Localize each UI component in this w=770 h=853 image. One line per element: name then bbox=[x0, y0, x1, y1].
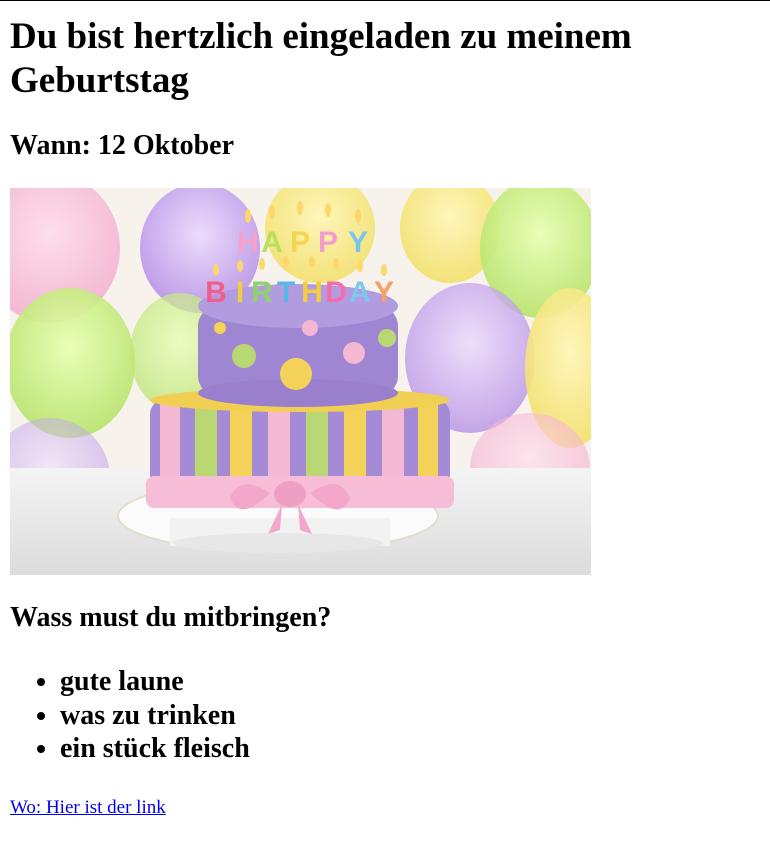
list-item: gute laune bbox=[60, 665, 760, 699]
bring-heading: Wass must du mitbringen? bbox=[10, 602, 332, 633]
birthday-cake-image: H A P P Y B I R T H D A Y bbox=[10, 188, 591, 575]
svg-text:D: D bbox=[325, 276, 347, 309]
page-title: Du bist hertzlich eingeladen zu meinem G… bbox=[10, 16, 632, 101]
svg-text:B: B bbox=[205, 276, 227, 309]
page-content: Du bist hertzlich eingeladen zu meinem G… bbox=[0, 0, 770, 819]
svg-text:P: P bbox=[318, 226, 338, 259]
svg-text:A: A bbox=[349, 276, 371, 309]
svg-text:P: P bbox=[290, 226, 310, 259]
list-item: ein stück fleisch bbox=[60, 732, 760, 766]
svg-text:A: A bbox=[261, 226, 283, 259]
svg-text:Y: Y bbox=[374, 276, 394, 309]
event-date: Wann: 12 Oktober bbox=[10, 130, 235, 161]
svg-text:T: T bbox=[277, 276, 295, 309]
svg-text:I: I bbox=[236, 276, 244, 309]
location-link[interactable]: Wo: Hier ist der link bbox=[10, 797, 166, 819]
svg-text:Y: Y bbox=[348, 226, 368, 259]
bring-list: gute laune was zu trinken ein stück flei… bbox=[10, 665, 760, 766]
svg-text:R: R bbox=[251, 276, 273, 309]
cake-candle-letter: H bbox=[237, 226, 259, 259]
list-item: was zu trinken bbox=[60, 699, 760, 733]
svg-text:H: H bbox=[301, 276, 323, 309]
